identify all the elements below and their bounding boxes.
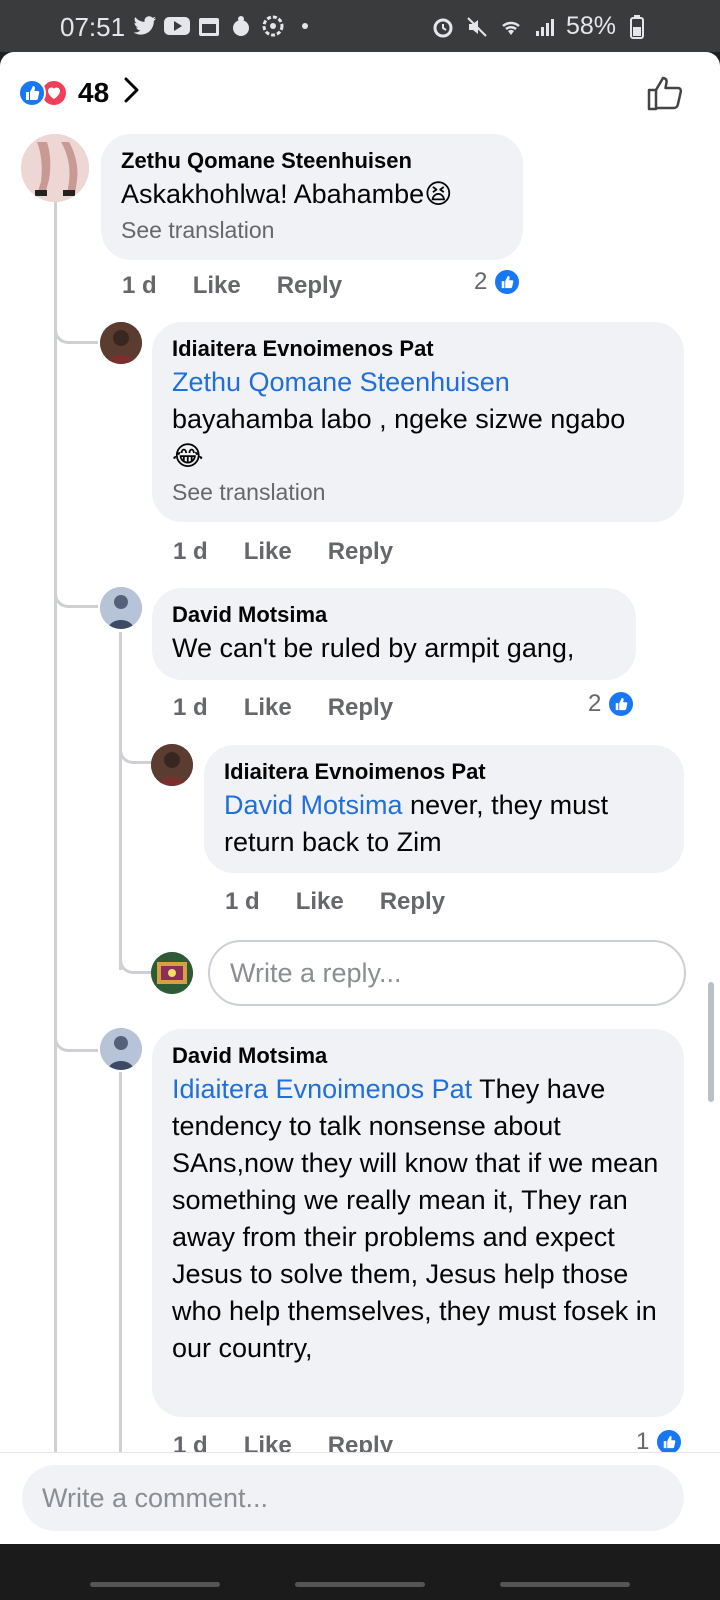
mute-icon xyxy=(464,15,490,39)
nav-home-button[interactable] xyxy=(295,1582,425,1587)
like-reaction-icon xyxy=(607,690,636,718)
comments-panel: 48 Zethu Qomane Steenhuisen Askakhohlwa!… xyxy=(0,52,720,1544)
mention-link[interactable]: David Motsima xyxy=(224,790,403,820)
youtube-icon xyxy=(164,14,190,38)
comment-actions: 1 d Like Reply xyxy=(173,538,393,566)
comment-like-count[interactable]: 2 xyxy=(474,268,522,296)
reply-field[interactable] xyxy=(208,940,686,1006)
battery-icon xyxy=(624,14,650,39)
notification-icons xyxy=(132,14,318,38)
comment-body: bayahamba labo , ngeke sizwe ngabo 😂 xyxy=(172,404,626,471)
calendar-icon xyxy=(196,14,222,38)
comment-bubble: Idiaitera Evnoimenos Pat David Motsima n… xyxy=(204,745,684,873)
alarm-icon xyxy=(430,15,456,39)
see-translation-link[interactable]: See translation xyxy=(121,213,503,247)
reply-button[interactable]: Reply xyxy=(328,694,393,722)
battery-percent: 58% xyxy=(565,12,616,40)
system-icons: 58% xyxy=(430,12,650,41)
mention-link[interactable]: Zethu Qomane Steenhuisen xyxy=(172,367,510,397)
twitter-icon xyxy=(132,14,158,38)
avatar[interactable] xyxy=(100,1028,142,1070)
like-button[interactable]: Like xyxy=(296,888,344,916)
signal-icon xyxy=(532,15,558,39)
comment-author[interactable]: Idiaitera Evnoimenos Pat xyxy=(224,757,664,787)
mention-link[interactable]: Idiaitera Evnoimenos Pat xyxy=(172,1074,472,1104)
comment-like-count[interactable]: 2 xyxy=(588,690,636,718)
comment-field[interactable] xyxy=(22,1465,684,1531)
reply-button[interactable]: Reply xyxy=(380,888,445,916)
comment-bubble: Idiaitera Evnoimenos Pat Zethu Qomane St… xyxy=(152,322,684,522)
comment-input[interactable] xyxy=(22,1465,684,1531)
comment-author[interactable]: Zethu Qomane Steenhuisen xyxy=(121,146,503,176)
comment-bubble: Zethu Qomane Steenhuisen Askakhohlwa! Ab… xyxy=(101,134,523,260)
comment-author[interactable]: David Motsima xyxy=(172,600,616,630)
reactions-summary[interactable]: 48 xyxy=(18,76,141,109)
settings-icon xyxy=(260,14,286,38)
thread-connector xyxy=(54,982,98,1052)
like-button[interactable]: Like xyxy=(244,538,292,566)
nav-back-button[interactable] xyxy=(500,1582,630,1587)
comment-text: Idiaitera Evnoimenos Pat They have tende… xyxy=(172,1071,664,1367)
avatar[interactable] xyxy=(151,744,193,786)
comment-bubble: David Motsima Idiaitera Evnoimenos Pat T… xyxy=(152,1029,684,1417)
like-reaction-icon xyxy=(493,268,522,296)
comment-actions: 1 d Like Reply xyxy=(122,272,342,300)
comment-author[interactable]: David Motsima xyxy=(172,1041,664,1071)
wifi-icon xyxy=(498,15,524,39)
thumbs-up-icon[interactable] xyxy=(646,74,684,117)
status-time: 07:51 xyxy=(60,12,126,42)
comment-author[interactable]: Idiaitera Evnoimenos Pat xyxy=(172,334,664,364)
comment-text: We can't be ruled by armpit gang, xyxy=(172,633,575,663)
comment-body: They have tendency to talk nonsense abou… xyxy=(172,1074,659,1363)
status-bar: 07:51 58% xyxy=(0,0,720,52)
thread-connector xyxy=(54,552,98,608)
reply-button[interactable]: Reply xyxy=(328,538,393,566)
comment-time: 1 d xyxy=(225,888,260,915)
comment-actions: 1 d Like Reply xyxy=(225,888,445,916)
like-button[interactable]: Like xyxy=(193,272,241,300)
like-reaction-icon xyxy=(18,78,46,107)
thread-line xyxy=(119,632,122,970)
chevron-right-icon[interactable] xyxy=(123,76,141,109)
comment-composer xyxy=(0,1452,720,1544)
dot-icon xyxy=(292,14,318,38)
comment-text: Askakhohlwa! Abahambe😫 xyxy=(121,179,453,209)
reply-input[interactable] xyxy=(210,942,684,1004)
app-notification-icon xyxy=(228,14,254,38)
like-button[interactable]: Like xyxy=(244,694,292,722)
scrollbar[interactable] xyxy=(708,982,714,1102)
comment-text: David Motsima never, they must return ba… xyxy=(224,787,664,861)
system-navigation-bar xyxy=(0,1544,720,1600)
reaction-count: 48 xyxy=(78,76,110,108)
thread-line xyxy=(54,202,57,1482)
comment-text: Zethu Qomane Steenhuisen bayahamba labo ,… xyxy=(172,364,664,475)
thread-connector xyxy=(119,924,153,974)
like-count: 2 xyxy=(474,268,488,295)
thread-line xyxy=(119,1072,122,1472)
avatar[interactable] xyxy=(100,322,142,364)
comment-time: 1 d xyxy=(173,538,208,565)
comment-time: 1 d xyxy=(173,694,208,721)
nav-recent-button[interactable] xyxy=(90,1582,220,1587)
comment-time: 1 d xyxy=(122,272,157,299)
avatar[interactable] xyxy=(21,134,89,202)
comment-actions: 1 d Like Reply xyxy=(173,694,393,722)
see-translation-link[interactable]: See translation xyxy=(172,475,664,509)
thread-connector xyxy=(54,292,98,344)
comment-bubble: David Motsima We can't be ruled by armpi… xyxy=(152,588,636,680)
reply-button[interactable]: Reply xyxy=(277,272,342,300)
like-count: 2 xyxy=(588,690,602,717)
current-user-avatar xyxy=(151,952,193,994)
thread-connector xyxy=(119,712,153,764)
avatar[interactable] xyxy=(100,587,142,629)
